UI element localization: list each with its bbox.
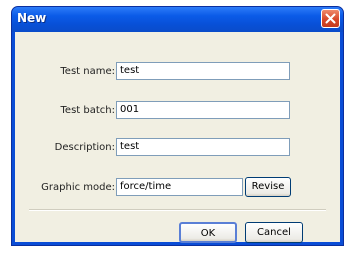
ok-button[interactable]: OK <box>179 222 237 243</box>
test-batch-input[interactable]: 001 <box>116 101 290 119</box>
graphic-mode-field: force/time <box>116 178 243 196</box>
test-name-input[interactable]: test <box>116 62 290 80</box>
close-icon <box>325 13 336 24</box>
title-bar[interactable]: New <box>12 7 343 32</box>
divider <box>29 209 326 211</box>
description-label: Description: <box>54 142 115 153</box>
close-button[interactable] <box>321 9 340 28</box>
test-name-label: Test name: <box>60 66 115 77</box>
revise-button[interactable]: Revise <box>245 177 291 197</box>
description-input[interactable]: test <box>116 138 290 156</box>
cancel-button[interactable]: Cancel <box>245 222 303 243</box>
window-title: New <box>17 11 47 25</box>
graphic-mode-label: Graphic mode: <box>41 182 115 193</box>
dialog-body: Test name: test Test batch: 001 Descript… <box>15 32 340 243</box>
dialog-window: New Test name: test Test batch: 001 Desc… <box>11 6 344 246</box>
test-batch-label: Test batch: <box>60 105 115 116</box>
